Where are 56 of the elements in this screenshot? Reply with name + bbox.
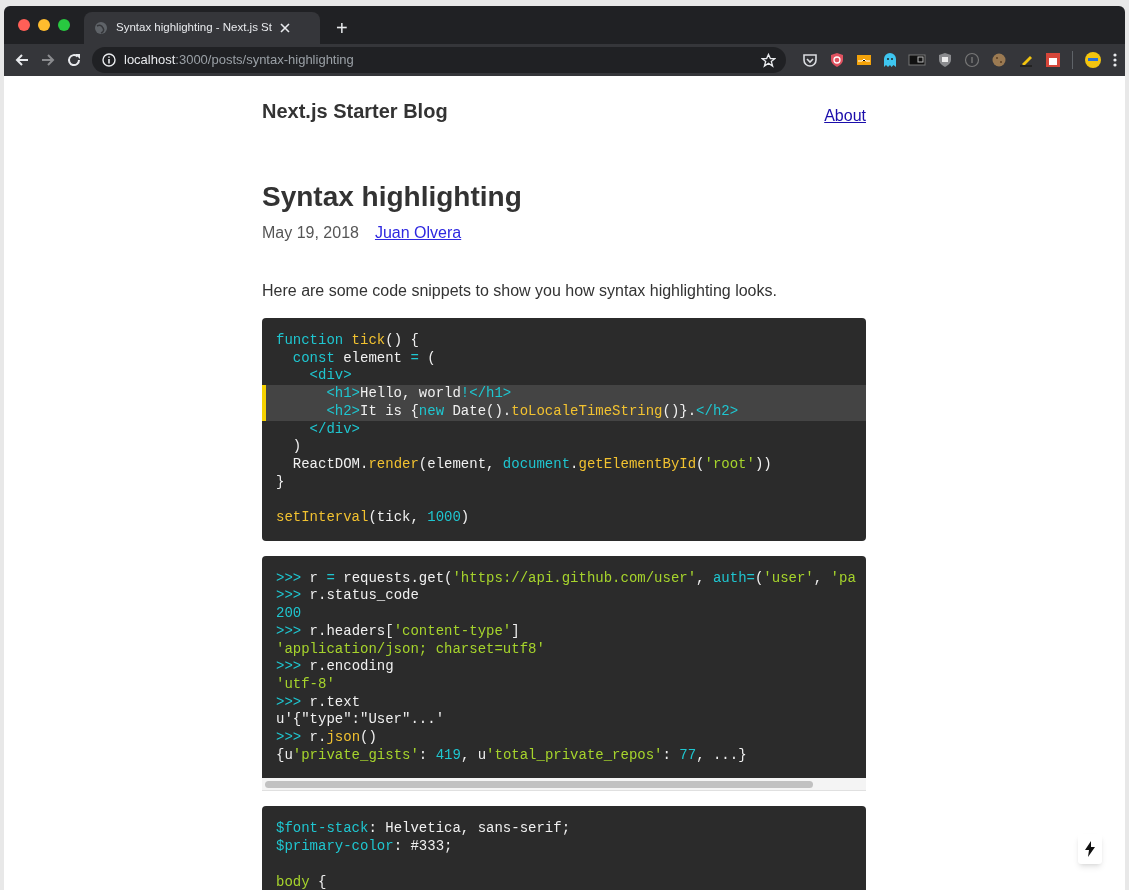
code-line: >>> r.text [275,693,362,712]
code-line: ReactDOM.render(element, document.getElementById('root')) [291,455,773,474]
code-line: function tick() { [275,332,420,350]
code-line: const element = ( [291,349,437,368]
more-menu-icon[interactable] [1113,53,1117,67]
code-line: {u'private_gists': 419, u'total_private_repos': 77, ...} [275,746,748,765]
close-window-button[interactable] [18,19,30,31]
code-line: setInterval(tick, 1000) [275,508,471,527]
author-link[interactable]: Juan Olvera [374,221,462,245]
code-line: ) [291,438,303,456]
horizontal-scrollbar[interactable] [262,778,866,792]
code-line: } [275,473,286,492]
avatar-icon[interactable] [1084,51,1102,69]
minimize-window-button[interactable] [38,19,50,31]
code-line: $font-stack: Helvetica, sans-serif; [275,820,572,839]
address-bar[interactable]: localhost:3000/posts/syntax-highlighting [92,47,786,73]
close-tab-icon[interactable] [279,23,290,33]
pocket-icon[interactable] [802,52,818,68]
code-line: body { [275,872,328,890]
post-title: Syntax highlighting [262,180,523,214]
chart-extension-icon[interactable] [856,53,872,67]
code-line: u'{"type":"User"...' [275,711,446,730]
forward-arrow-icon[interactable] [40,52,56,68]
browser-tab[interactable]: Syntax highlighting - Next.js St [84,12,320,44]
lightning-icon [1085,841,1095,857]
code-line: <div> [308,367,353,386]
reload-icon[interactable] [66,52,82,68]
shield-icon[interactable] [829,52,845,68]
shield-icon[interactable] [937,52,953,68]
code-line: >>> r.status_code [275,587,420,606]
cookie-icon[interactable] [991,52,1007,68]
url-text: localhost:3000/posts/syntax-highlighting [124,51,355,70]
ghost-icon[interactable] [883,52,897,68]
code-line: 200 [275,605,303,623]
back-arrow-icon[interactable] [14,52,30,68]
site-title[interactable]: Next.js Starter Blog [262,96,448,126]
tab-title: Syntax highlighting - Next.js St [116,20,272,36]
code-line: >>> r.encoding [275,658,395,676]
maximize-window-button[interactable] [58,19,70,31]
new-tab-button[interactable]: + [332,12,352,44]
intro-paragraph: Here are some code snippets to show you how syntax highlighting looks. [262,281,778,301]
info-circle-icon[interactable] [964,52,980,68]
code-line: >>> r.headers['content-type'] [275,622,521,641]
code-line: 'utf-8' [275,675,336,694]
code-line: $primary-color: #333; [275,838,454,856]
code-line: 'application/json; charset=utf8' [275,640,546,659]
about-link[interactable]: About [824,104,866,128]
id-card-icon[interactable] [908,53,926,67]
lightning-button[interactable] [1078,834,1102,864]
post-date: May 19, 2018 [262,223,359,243]
info-icon [102,53,116,67]
code-line: </div> [308,420,361,439]
code-line: >>> r = requests.get('https://api.github.com/user', auth=('user', 'pa [275,569,857,588]
star-icon[interactable] [761,52,776,68]
globe-icon [94,21,108,35]
code-line: >>> r.json() [275,729,378,747]
